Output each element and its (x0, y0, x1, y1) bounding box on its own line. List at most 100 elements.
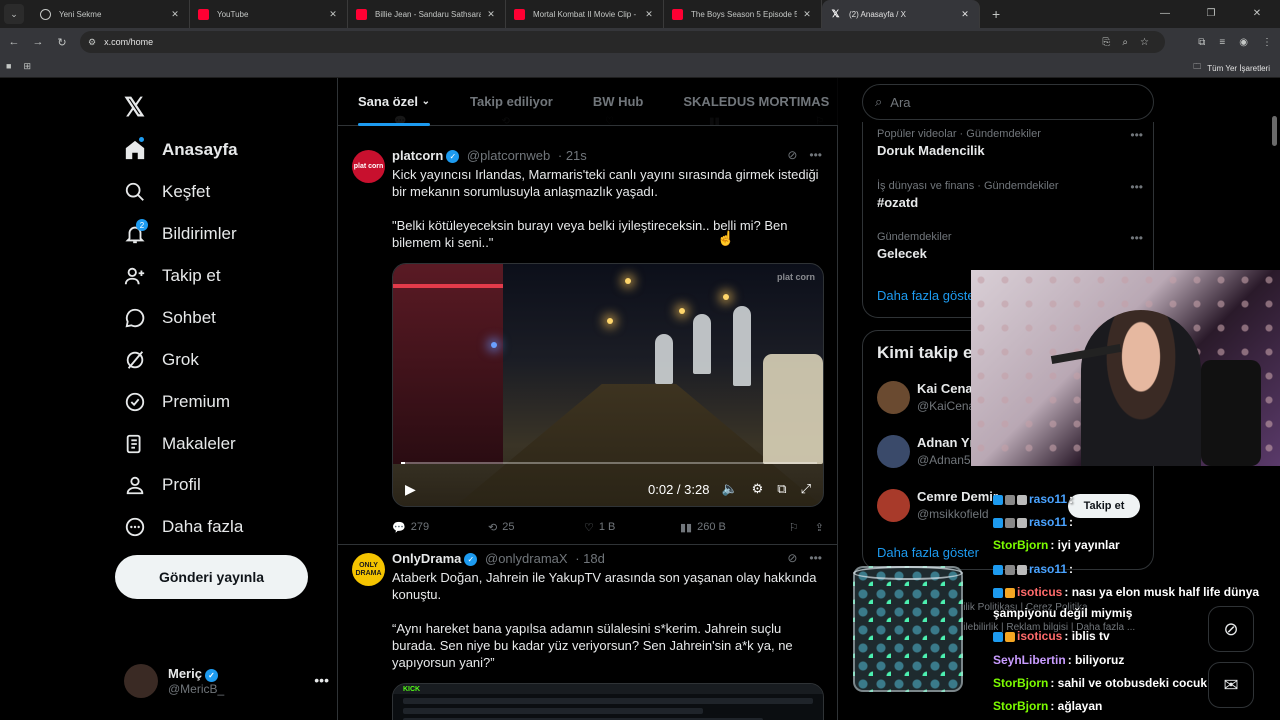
nav-follow[interactable]: Takip et (124, 258, 221, 294)
page-scrollbar[interactable] (1272, 116, 1277, 146)
nav-profile[interactable]: Profil (124, 467, 201, 503)
search-input[interactable]: ⌕ Ara (862, 84, 1154, 120)
video-progress-bar[interactable] (401, 462, 817, 464)
show-more-link[interactable]: Daha fazla göster (877, 545, 979, 560)
close-icon[interactable]: ✕ (327, 9, 339, 20)
nav-explore[interactable]: Keşfet (124, 174, 210, 210)
author-name[interactable]: OnlyDrama (392, 551, 461, 566)
share-icon[interactable]: ⇪ (815, 521, 824, 534)
url-input[interactable]: ⚙ x.com/home ⎘ ⌕ ☆ (80, 31, 1165, 53)
pip-icon[interactable]: ⧉ (777, 481, 786, 497)
more-dots-icon[interactable]: ••• (1130, 231, 1143, 245)
volume-icon[interactable]: 🔈 (721, 481, 737, 497)
post-text: Kick yayıncısı Irlandas, Marmaris'teki c… (392, 166, 824, 268)
nav-home[interactable]: Anasayfa (124, 132, 238, 168)
settings-gear-icon[interactable]: ⚙ (752, 481, 764, 497)
show-more-link[interactable]: Daha fazla göste (877, 288, 975, 303)
more-dots-icon[interactable]: ••• (1130, 180, 1143, 194)
tab-for-you[interactable]: Sana özel ⌄ (358, 78, 430, 126)
more-circle-icon (124, 516, 146, 538)
browser-tab[interactable]: Mortal Kombat II Movie Clip - ✕ (506, 0, 664, 28)
chat-message: StorBjorn: iyi yayınlar (993, 538, 1120, 552)
tab-skaledus[interactable]: SKALEDUS MORTIMAS (683, 78, 829, 126)
url-text: x.com/home (104, 37, 154, 47)
reply-count: 279 (410, 521, 430, 533)
post-time[interactable]: 21s (566, 148, 587, 163)
post[interactable]: plat corn platcorn ✓ @platcornweb · 21s ⊘… (338, 142, 838, 545)
close-icon[interactable]: ✕ (801, 9, 813, 20)
repost-button[interactable]: ⟲ 25 (488, 521, 584, 534)
like-button[interactable]: ♡ 1 B (584, 521, 680, 534)
avatar[interactable]: ONLY DRAMA (352, 553, 385, 586)
grok-float-button[interactable]: ⊘ (1208, 606, 1254, 652)
nav-notifications[interactable]: 2 Bildirimler (124, 216, 237, 252)
browser-tab[interactable]: YouTube ✕ (190, 0, 348, 28)
video-player[interactable]: plat corn ▶ 0:02 / 3:28 🔈 ⚙ ⧉ ⤢ (392, 263, 824, 507)
forward-button[interactable]: → (26, 36, 50, 48)
chat-text: : ağlayan (1050, 699, 1103, 713)
bookmark-star-icon[interactable]: ☆ (1140, 37, 1149, 48)
install-icon[interactable]: ⎘ (1102, 37, 1110, 48)
avatar[interactable]: plat corn (352, 150, 385, 183)
new-tab-button[interactable]: + (992, 6, 1000, 22)
post-media[interactable]: KICK (392, 683, 824, 720)
close-icon[interactable]: ✕ (169, 9, 181, 20)
messages-float-button[interactable]: ✉ (1208, 662, 1254, 708)
post-time[interactable]: 18d (583, 551, 605, 566)
tab-search-button[interactable]: ⌄ (4, 4, 24, 24)
bookmark-square-icon[interactable]: ■ (6, 61, 11, 72)
tab-following[interactable]: Takip ediliyor (470, 78, 553, 126)
apps-grid-icon[interactable]: ⊞ (23, 61, 31, 72)
maximize-button[interactable]: ❐ (1188, 0, 1234, 28)
browser-tab[interactable]: Billie Jean - Sandaru Sathsara - ✕ (348, 0, 506, 28)
close-icon[interactable]: ✕ (959, 9, 971, 20)
nav-label: Keşfet (162, 182, 211, 201)
fullscreen-icon[interactable]: ⤢ (801, 481, 811, 497)
close-icon[interactable]: ✕ (485, 9, 497, 20)
profile-icon[interactable]: ◉ (1239, 37, 1248, 48)
zoom-icon[interactable]: ⌕ (1122, 37, 1128, 48)
chat-text: : iblis tv (1064, 629, 1110, 643)
nav-premium[interactable]: Premium (124, 384, 230, 420)
author-handle[interactable]: @onlydramaX (485, 551, 568, 566)
post-button[interactable]: Gönderi yayınla (115, 555, 308, 599)
repost-icon: ⟲ (488, 521, 498, 534)
account-switcher[interactable]: Meriç ✓ @MericB_ ••• (124, 663, 329, 699)
author-handle[interactable]: @platcornweb (467, 148, 550, 163)
x-logo-icon[interactable]: 𝕏 (124, 92, 145, 123)
tab-title: (2) Anasayfa / X (849, 9, 906, 19)
trend-item[interactable]: Gündemdekiler Gelecek ••• (877, 231, 1143, 261)
reply-button[interactable]: 💬 279 (392, 521, 488, 534)
nav-grok[interactable]: Grok (124, 342, 199, 378)
post[interactable]: ONLY DRAMA OnlyDrama ✓ @onlydramaX · 18d … (338, 545, 838, 720)
close-icon[interactable]: ✕ (643, 9, 655, 20)
browser-tab-active[interactable]: 𝕏 (2) Anasayfa / X ✕ (822, 0, 980, 28)
more-dots-icon[interactable]: ••• (809, 148, 822, 162)
browser-tab[interactable]: The Boys Season 5 Episode 5 T ✕ (664, 0, 822, 28)
back-button[interactable]: ← (2, 36, 26, 48)
more-dots-icon[interactable]: ••• (809, 551, 822, 565)
tab-bw-hub[interactable]: BW Hub (593, 78, 644, 126)
nav-more[interactable]: Daha fazla (124, 509, 243, 545)
trend-item[interactable]: İş dünyası ve finans · Gündemdekiler #oz… (877, 180, 1143, 210)
nav-articles[interactable]: Makaleler (124, 426, 236, 462)
trend-item[interactable]: Popüler videolar · Gündemdekiler Doruk M… (877, 128, 1143, 158)
minimize-button[interactable]: — (1142, 0, 1188, 28)
more-dots-icon[interactable]: ••• (314, 672, 329, 688)
play-icon[interactable]: ▶ (405, 481, 416, 498)
nav-chat[interactable]: Sohbet (124, 300, 216, 336)
menu-icon[interactable]: ⋮ (1262, 37, 1272, 48)
bookmark-icon[interactable]: ⚐ (789, 521, 799, 534)
grok-icon[interactable]: ⊘ (787, 551, 797, 565)
extensions-icon[interactable]: ⧉ (1198, 37, 1205, 48)
author-name[interactable]: platcorn (392, 148, 443, 163)
more-dots-icon[interactable]: ••• (1130, 128, 1143, 142)
grok-icon[interactable]: ⊘ (787, 148, 797, 162)
window-close-button[interactable]: ✕ (1234, 0, 1280, 28)
site-info-icon[interactable]: ⚙ (88, 37, 96, 48)
browser-tab[interactable]: Yeni Sekme ✕ (32, 0, 190, 28)
views-button[interactable]: ▮▮ 260 B (680, 521, 776, 534)
media-icon[interactable]: ≡ (1219, 37, 1225, 48)
all-bookmarks[interactable]: 🗀 Tüm Yer İşaretleri (1193, 61, 1270, 75)
reload-button[interactable]: ↻ (50, 36, 74, 49)
